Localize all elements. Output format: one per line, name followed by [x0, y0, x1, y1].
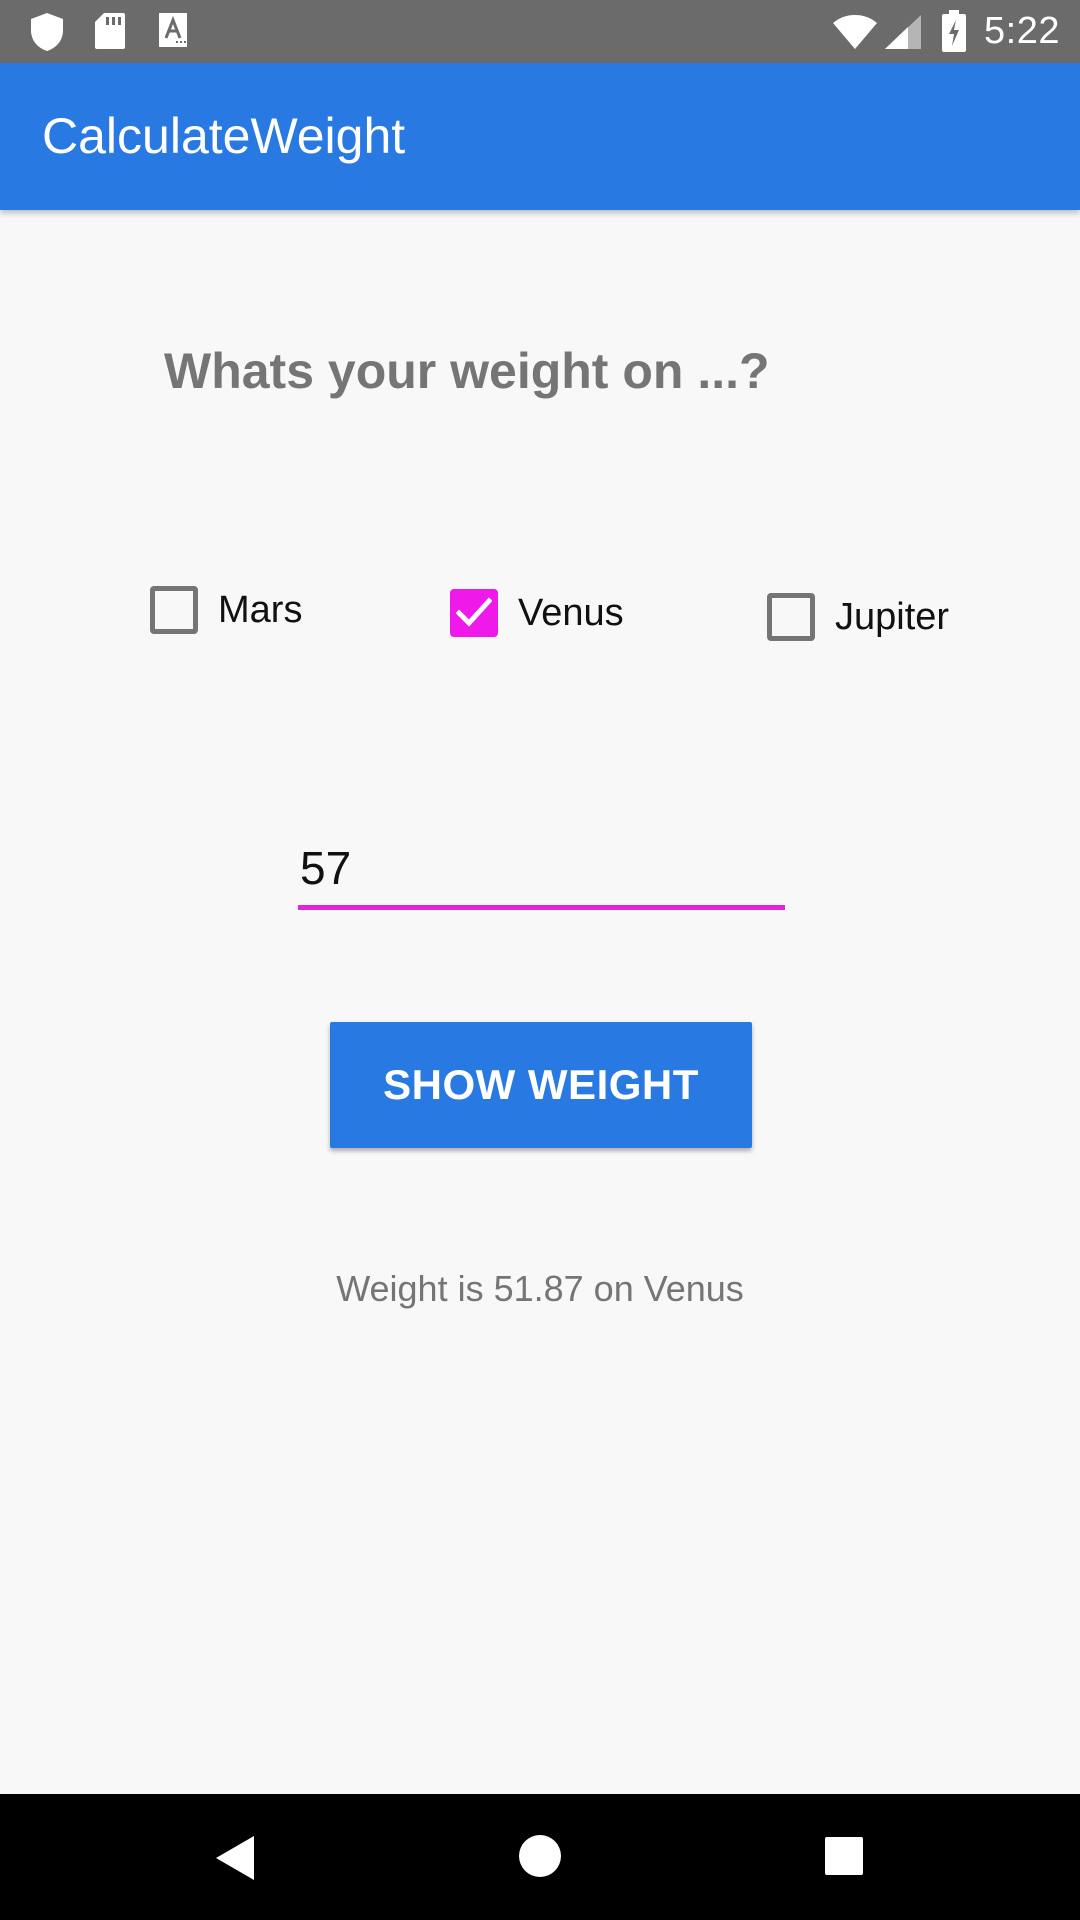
input-underline	[298, 905, 785, 910]
checkbox-box-mars[interactable]	[150, 586, 198, 634]
checkbox-venus[interactable]: Venus	[450, 589, 624, 637]
checkmark-icon	[456, 597, 492, 627]
checkbox-label-jupiter[interactable]: Jupiter	[835, 596, 949, 639]
checkbox-label-mars[interactable]: Mars	[218, 589, 302, 632]
checkbox-box-jupiter[interactable]	[767, 593, 815, 641]
result-text: Weight is 51.87 on Venus	[336, 1268, 744, 1309]
checkbox-label-venus[interactable]: Venus	[518, 592, 624, 635]
checkbox-box-venus[interactable]	[450, 589, 498, 637]
show-weight-button[interactable]: SHOW WEIGHT	[330, 1022, 752, 1148]
signal-icon	[884, 14, 922, 55]
wifi-icon	[832, 14, 878, 55]
weight-input-container[interactable]	[298, 838, 785, 910]
app-bar: CalculateWeight	[0, 63, 1080, 210]
question-heading: Whats your weight on ...?	[164, 343, 770, 399]
shield-icon	[30, 12, 64, 57]
home-icon[interactable]	[518, 1834, 562, 1883]
sd-card-icon	[94, 12, 126, 55]
app-title: CalculateWeight	[42, 108, 406, 164]
recents-icon[interactable]	[824, 1836, 864, 1881]
navigation-bar	[0, 1794, 1080, 1920]
screen: 5:22 CalculateWeight Whats your weight o…	[0, 0, 1080, 1920]
back-icon[interactable]	[214, 1834, 256, 1887]
status-bar: 5:22	[0, 0, 1080, 63]
checkbox-mars[interactable]: Mars	[150, 586, 302, 634]
battery-charging-icon	[942, 10, 966, 57]
weight-input[interactable]	[300, 838, 780, 898]
font-a-icon	[158, 12, 188, 53]
status-time: 5:22	[984, 10, 1060, 52]
checkbox-jupiter[interactable]: Jupiter	[767, 593, 949, 641]
